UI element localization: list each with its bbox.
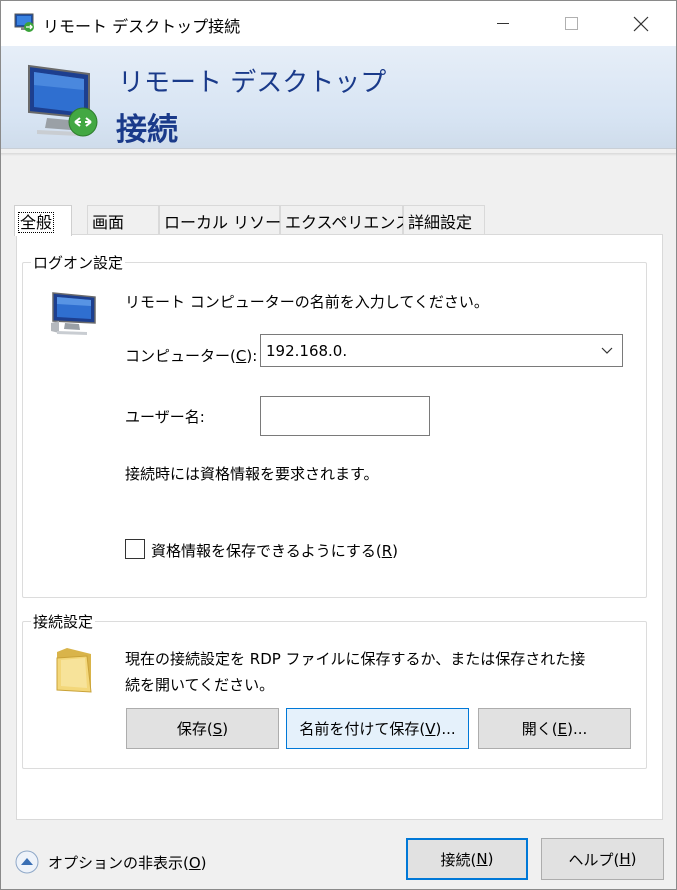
computer-combobox[interactable]: 192.168.0. — [260, 334, 623, 367]
tab-experience[interactable]: エクスペリエンス — [280, 205, 411, 235]
save-credentials-checkbox[interactable] — [125, 539, 145, 559]
save-as-button-key: V — [425, 719, 436, 738]
tab-advanced-label: 詳細設定 — [408, 213, 473, 232]
hide-options-pre: オプションの非表示( — [48, 854, 189, 872]
username-field[interactable] — [260, 396, 430, 436]
tab-general[interactable]: 全般 — [14, 205, 72, 236]
save-credentials-key: R — [381, 542, 393, 560]
title-bar: リモート デスクトップ接続 — [1, 1, 676, 46]
logon-settings-title: ログオン設定 — [31, 252, 126, 273]
connection-description-line2: 続を開いてください。 — [125, 676, 275, 694]
save-button-post: ) — [222, 719, 229, 738]
tab-advanced[interactable]: 詳細設定 — [403, 205, 485, 235]
minimize-icon — [497, 23, 509, 24]
hide-options-post: ) — [200, 854, 207, 872]
folder-icon — [51, 644, 97, 696]
computer-label: コンピューター(C): — [125, 345, 257, 366]
username-label: ユーザー名: — [125, 408, 205, 426]
connection-description-line1: 現在の接続設定を RDP ファイルに保存するか、または保存された接 — [125, 650, 586, 668]
close-icon — [633, 16, 649, 31]
help-button-post: ) — [630, 850, 637, 868]
tab-display-label: 画面 — [92, 213, 125, 232]
computer-value: 192.168.0. — [266, 342, 348, 360]
logon-settings-group: ログオン設定 リモート コンピューターの名前を入力してください。 コンピューター… — [22, 252, 647, 598]
help-button[interactable]: ヘルプ(H) — [541, 838, 664, 880]
computer-label-key: C — [235, 347, 247, 365]
tab-experience-label: エクスペリエンス — [285, 213, 412, 232]
save-credentials-post: ) — [392, 542, 399, 560]
save-button-pre: 保存( — [176, 720, 213, 738]
save-button-key: S — [212, 719, 223, 738]
help-button-pre: ヘルプ( — [568, 850, 620, 869]
remote-desktop-monitor-icon — [23, 60, 103, 140]
general-tab-panel: ログオン設定 リモート コンピューターの名前を入力してください。 コンピューター… — [16, 234, 663, 820]
instruction-text: リモート コンピューターの名前を入力してください。 — [125, 293, 489, 311]
tab-display[interactable]: 画面 — [87, 205, 159, 235]
connect-button-post: ) — [487, 850, 494, 868]
save-credentials-label[interactable]: 資格情報を保存できるようにする(R) — [151, 540, 398, 561]
connect-button[interactable]: 接続(N) — [406, 838, 528, 880]
connection-settings-group: 接続設定 現在の接続設定を RDP ファイルに保存するか、または保存された接 続… — [22, 611, 647, 769]
open-button-key: E — [557, 719, 568, 738]
hide-options-key: O — [188, 854, 201, 872]
credential-note: 接続時には資格情報を要求されます。 — [125, 465, 379, 483]
connection-settings-title: 接続設定 — [31, 611, 96, 632]
help-button-key: H — [619, 850, 631, 868]
tab-local-resources[interactable]: ローカル リソース — [159, 205, 296, 235]
footer-bar: オプションの非表示(O) 接続(N) ヘルプ(H) — [1, 821, 676, 889]
banner-title-line2: 接続 — [116, 112, 178, 148]
computer-label-pre: コンピューター( — [125, 347, 236, 365]
computer-monitor-icon — [47, 291, 99, 335]
maximize-icon — [564, 17, 578, 30]
computer-label-post: ): — [246, 347, 258, 365]
window-title: リモート デスクトップ接続 — [43, 17, 241, 36]
save-as-button[interactable]: 名前を付けて保存(V)... — [286, 708, 469, 749]
connect-button-key: N — [476, 850, 488, 868]
open-button-post: )... — [567, 719, 588, 738]
save-credentials-pre: 資格情報を保存できるようにする( — [151, 542, 382, 560]
save-button[interactable]: 保存(S) — [126, 708, 279, 749]
banner-divider — [1, 153, 676, 156]
save-as-button-post: )... — [435, 719, 456, 738]
remote-desktop-app-icon — [13, 12, 37, 34]
maximize-button[interactable] — [537, 1, 605, 46]
header-banner: リモート デスクトップ 接続 — [1, 46, 676, 149]
tab-general-label: 全般 — [17, 212, 55, 233]
minimize-button[interactable] — [469, 1, 537, 46]
banner-title-line1: リモート デスクトップ — [118, 68, 387, 98]
connect-button-pre: 接続( — [440, 850, 477, 869]
open-button-pre: 開く( — [521, 720, 558, 738]
chevron-up-circle-icon[interactable] — [15, 850, 39, 874]
save-as-button-pre: 名前を付けて保存( — [299, 720, 426, 738]
rdp-window: リモート デスクトップ接続 リモート デスクトップ 接続 全般 画面 ローカル … — [0, 0, 677, 890]
tab-local-resources-label: ローカル リソース — [164, 213, 297, 232]
chevron-down-icon[interactable] — [601, 344, 613, 356]
close-button[interactable] — [607, 1, 675, 46]
open-button[interactable]: 開く(E)... — [478, 708, 631, 749]
hide-options-link[interactable]: オプションの非表示(O) — [48, 852, 207, 873]
